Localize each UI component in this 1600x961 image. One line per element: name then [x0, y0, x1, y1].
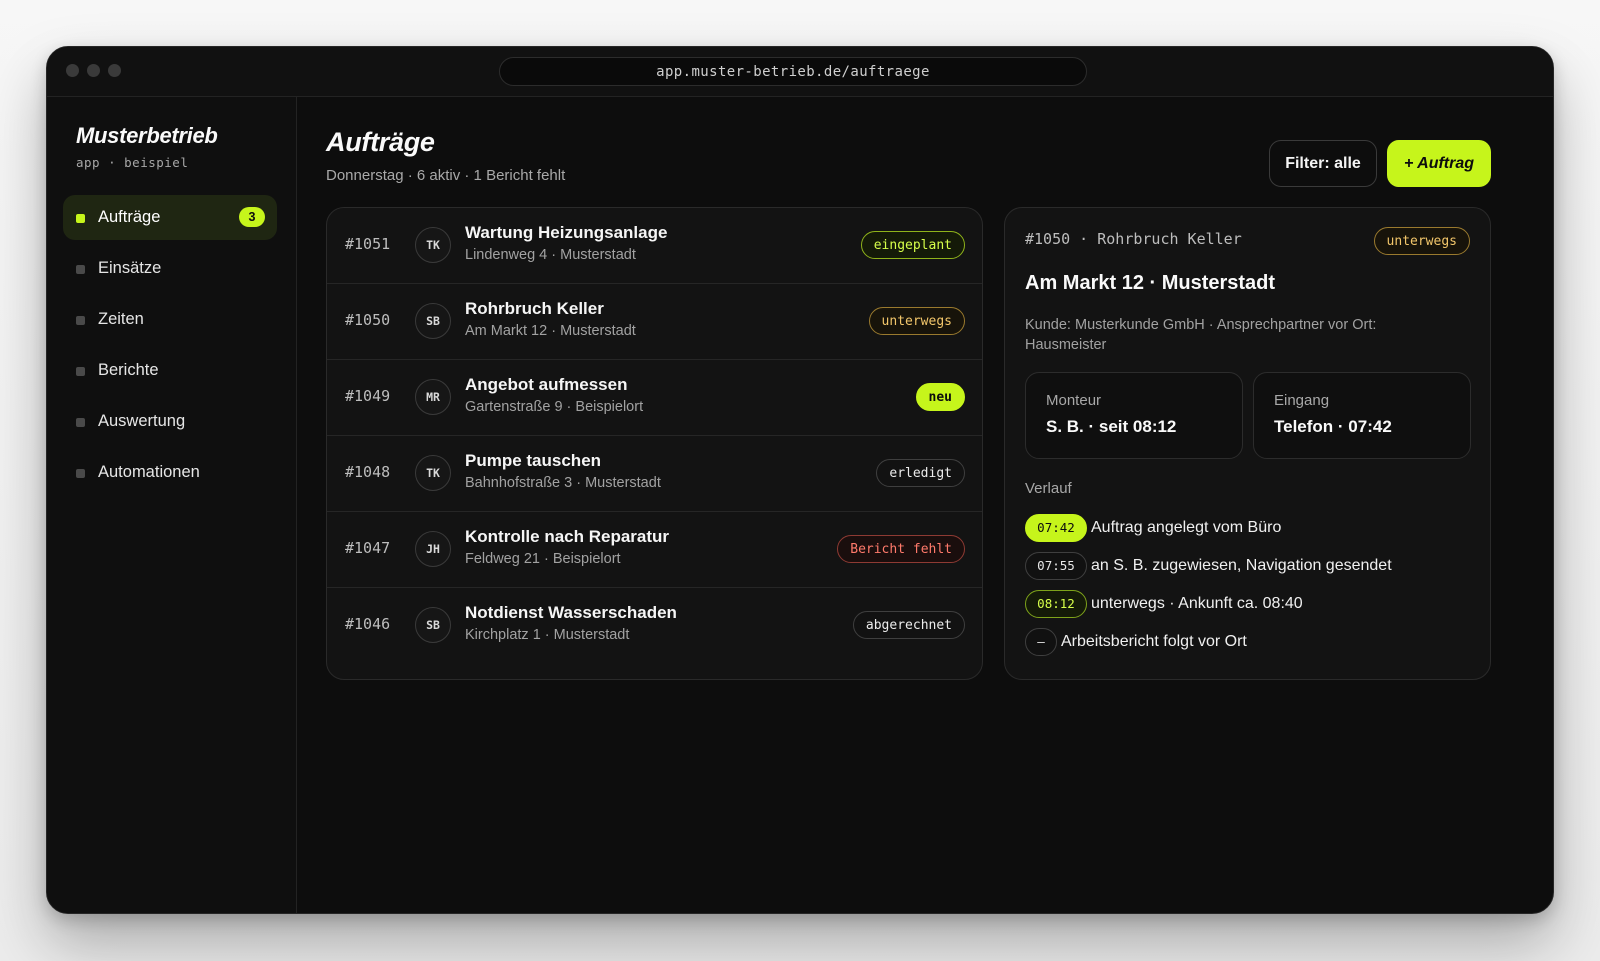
order-title: Angebot aufmessen [465, 375, 628, 394]
status-badge: unterwegs [868, 307, 965, 335]
nav-bullet-icon [76, 265, 85, 274]
detail-customer: Kunde: Musterkunde GmbH · Ansprechpartne… [1025, 317, 1377, 353]
order-id: #1047 [345, 539, 391, 557]
sidebar-item-automationen[interactable]: Automationen [63, 450, 277, 495]
sidebar-item-label: Automationen [98, 463, 200, 481]
order-address: Am Markt 12 · Musterstadt [465, 323, 636, 339]
sidebar-item-einsaetze[interactable]: Einsätze [63, 246, 277, 291]
avatar: TK [415, 227, 451, 263]
order-title: Notdienst Wasserschaden [465, 603, 677, 622]
history-time: – [1025, 627, 1057, 656]
history-item: 07:42 Auftrag angelegt vom Büro [1025, 513, 1475, 542]
nav-bullet-icon [76, 316, 85, 325]
order-detail-panel: #1050 · Rohrbruch Keller unterwegs Am Ma… [1004, 207, 1491, 680]
info-value: S. B. · seit 08:12 [1046, 417, 1177, 436]
order-title: Pumpe tauschen [465, 451, 602, 470]
history-item: – Arbeitsbericht folgt vor Ort [1025, 627, 1475, 656]
sidebar-item-label: Auswertung [98, 412, 186, 430]
info-value: Telefon · 07:42 [1274, 417, 1392, 436]
order-row[interactable]: #1049 MR Angebot aufmessen Gartenstraße … [327, 360, 982, 436]
sidebar-item-label: Einsätze [98, 259, 162, 277]
order-title: Kontrolle nach Reparatur [465, 527, 670, 546]
order-title: Rohrbruch Keller [465, 299, 604, 318]
add-order-button[interactable]: + Auftrag [1387, 140, 1491, 187]
order-title: Wartung Heizungsanlage [465, 223, 668, 242]
status-badge: abgerechnet [852, 611, 965, 639]
brand-subtitle: app · beispiel [76, 155, 189, 170]
page-subtitle: Donnerstag · 6 aktiv · 1 Bericht fehlt [326, 167, 566, 184]
order-address: Lindenweg 4 · Musterstadt [465, 247, 636, 263]
nav-bullet-icon [76, 418, 85, 427]
sidebar-item-berichte[interactable]: Berichte [63, 348, 277, 393]
order-id: #1050 [345, 311, 391, 329]
avatar: MR [415, 379, 451, 415]
app-window: app.muster-betrieb.de/auftraege Musterbe… [46, 46, 1554, 914]
sidebar-nav: Aufträge 3 Einsätze Zeiten Berichte Ausw… [63, 195, 277, 501]
address-bar[interactable]: app.muster-betrieb.de/auftraege [499, 57, 1087, 86]
order-id: #1046 [345, 615, 391, 633]
order-address: Gartenstraße 9 · Beispielort [465, 399, 644, 415]
history-time: 08:12 [1025, 589, 1087, 618]
window-minimize-dot[interactable] [87, 64, 100, 77]
history-timeline: 07:42 Auftrag angelegt vom Büro 07:55 an… [1025, 513, 1475, 665]
order-row[interactable]: #1051 TK Wartung Heizungsanlage Lindenwe… [327, 208, 982, 284]
history-heading: Verlauf [1025, 480, 1072, 497]
page-title: Aufträge [326, 127, 435, 157]
info-box-eingang: Eingang Telefon · 07:42 [1253, 372, 1471, 459]
sidebar-item-zeiten[interactable]: Zeiten [63, 297, 277, 342]
order-id: #1049 [345, 387, 391, 405]
order-id: #1048 [345, 463, 391, 481]
detail-header: #1050 · Rohrbruch Keller [1025, 230, 1242, 248]
main-content: Aufträge Donnerstag · 6 aktiv · 1 Berich… [298, 97, 1553, 913]
nav-bullet-icon [76, 367, 85, 376]
status-badge: neu [915, 383, 965, 411]
avatar: TK [415, 455, 451, 491]
browser-titlebar: app.muster-betrieb.de/auftraege [47, 47, 1553, 97]
nav-bullet-icon [76, 469, 85, 478]
history-time: 07:55 [1025, 551, 1087, 580]
nav-bullet-icon [76, 214, 85, 223]
sidebar-item-label: Berichte [98, 361, 159, 379]
sidebar-item-label: Zeiten [98, 310, 144, 328]
order-address: Feldweg 21 · Beispielort [465, 551, 621, 567]
history-text: an S. B. zugewiesen, Navigation gesendet [1091, 556, 1392, 574]
detail-status: unterwegs [1373, 227, 1470, 255]
avatar: SB [415, 607, 451, 643]
filter-button[interactable]: Filter: alle [1269, 140, 1377, 187]
status-badge: Bericht fehlt [837, 535, 965, 563]
window-maximize-dot[interactable] [108, 64, 121, 77]
info-box-monteur: Monteur S. B. · seit 08:12 [1025, 372, 1243, 459]
detail-title: Am Markt 12 · Musterstadt [1025, 272, 1276, 294]
history-item: 07:55 an S. B. zugewiesen, Navigation ge… [1025, 551, 1475, 580]
sidebar-item-label: Aufträge [98, 208, 161, 226]
history-text: Arbeitsbericht folgt vor Ort [1061, 632, 1247, 650]
order-address: Kirchplatz 1 · Musterstadt [465, 627, 630, 643]
status-badge: erledigt [876, 459, 965, 487]
count-badge: 3 [239, 207, 265, 227]
history-text: Auftrag angelegt vom Büro [1091, 518, 1282, 536]
status-badge: unterwegs [1373, 227, 1470, 255]
window-close-dot[interactable] [66, 64, 79, 77]
status-badge: eingeplant [860, 231, 965, 259]
history-item: 08:12 unterwegs · Ankunft ca. 08:40 [1025, 589, 1475, 618]
sidebar-item-auftraege[interactable]: Aufträge 3 [63, 195, 277, 240]
order-list: #1051 TK Wartung Heizungsanlage Lindenwe… [326, 207, 983, 680]
history-text: unterwegs · Ankunft ca. 08:40 [1091, 594, 1303, 612]
sidebar: Musterbetrieb app · beispiel Aufträge 3 … [47, 97, 297, 913]
order-row[interactable]: #1047 JH Kontrolle nach Reparatur Feldwe… [327, 512, 982, 588]
order-row[interactable]: #1046 SB Notdienst Wasserschaden Kirchpl… [327, 588, 982, 664]
info-label: Monteur [1046, 392, 1102, 409]
order-row[interactable]: #1050 SB Rohrbruch Keller Am Markt 12 · … [327, 284, 982, 360]
order-id: #1051 [345, 235, 391, 253]
brand-name: Musterbetrieb [76, 123, 218, 148]
history-time: 07:42 [1025, 513, 1087, 542]
avatar: SB [415, 303, 451, 339]
order-address: Bahnhofstraße 3 · Musterstadt [465, 475, 661, 491]
avatar: JH [415, 531, 451, 567]
info-label: Eingang [1274, 392, 1330, 409]
order-row[interactable]: #1048 TK Pumpe tauschen Bahnhofstraße 3 … [327, 436, 982, 512]
sidebar-item-auswertung[interactable]: Auswertung [63, 399, 277, 444]
